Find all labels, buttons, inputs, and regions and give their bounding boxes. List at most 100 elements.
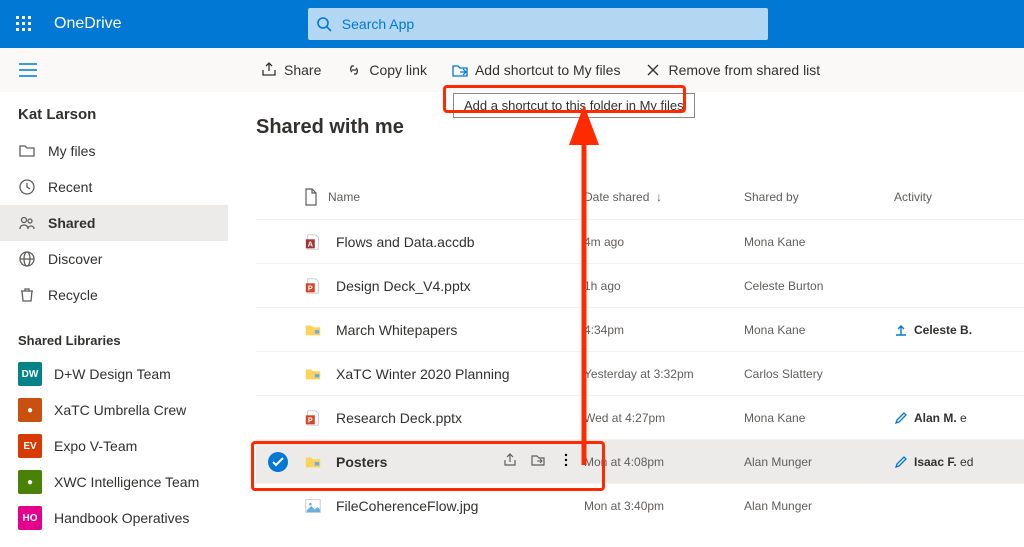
file-name: Design Deck_V4.pptx: [336, 278, 471, 294]
globe-icon: [18, 250, 36, 268]
top-bar: OneDrive: [0, 0, 1024, 48]
row-shortcut-button[interactable]: [530, 452, 546, 471]
nav-item-label: Shared: [48, 215, 95, 231]
share-button[interactable]: Share: [248, 48, 333, 92]
link-icon: [345, 61, 363, 79]
nav-recent[interactable]: Recent: [0, 169, 228, 205]
shared-libraries-heading: Shared Libraries: [0, 313, 228, 356]
sort-down-icon: ↓: [653, 190, 662, 204]
nav-recycle[interactable]: Recycle: [0, 277, 228, 313]
svg-text:A: A: [308, 239, 313, 248]
nav-owner-label: Kat Larson: [0, 106, 228, 133]
date-shared: Wed at 4:27pm: [584, 411, 744, 425]
library-item[interactable]: ●XaTC Umbrella Crew: [0, 392, 228, 428]
nav-item-label: Recycle: [48, 287, 98, 303]
date-shared: 4:34pm: [584, 323, 744, 337]
nav-discover[interactable]: Discover: [0, 241, 228, 277]
nav-item-label: Discover: [48, 251, 102, 267]
search-icon: [316, 16, 332, 32]
left-nav: Kat Larson My files Recent Shared Discov…: [0, 92, 228, 547]
search-input[interactable]: [308, 8, 768, 40]
date-shared: 4m ago: [584, 235, 744, 249]
col-activity[interactable]: Activity: [894, 190, 1014, 204]
copy-link-label: Copy link: [369, 62, 427, 78]
activity-cell: Alan M. e: [894, 411, 1014, 425]
shared-by: Carlos Slattery: [744, 367, 894, 381]
shared-by: Celeste Burton: [744, 279, 894, 293]
library-badge: HO: [18, 506, 42, 530]
page-title: Shared with me: [256, 116, 1024, 139]
table-row[interactable]: P Research Deck.pptx Wed at 4:27pm Mona K…: [256, 395, 1024, 439]
library-label: Handbook Operatives: [54, 510, 189, 526]
shared-by: Mona Kane: [744, 323, 894, 337]
date-shared: 1h ago: [584, 279, 744, 293]
library-item[interactable]: ● XWC Intelligence Team: [0, 464, 228, 500]
copy-link-button[interactable]: Copy link: [333, 48, 439, 92]
command-bar: Share Copy link Add shortcut to My files…: [0, 48, 1024, 92]
add-shortcut-label: Add shortcut to My files: [475, 62, 621, 78]
library-item[interactable]: DW D+W Design Team: [0, 356, 228, 392]
table-row[interactable]: Posters Mon at 4:08pm Alan Munger Isaac …: [256, 439, 1024, 483]
activity-cell: Celeste B.: [894, 323, 1014, 337]
activity-cell: Isaac F. ed: [894, 455, 1014, 469]
col-sharedby[interactable]: Shared by: [744, 190, 894, 204]
add-shortcut-button[interactable]: Add shortcut to My files: [439, 48, 633, 92]
library-item[interactable]: EV Expo V-Team: [0, 428, 228, 464]
nav-toggle-button[interactable]: [8, 50, 48, 90]
file-name: Flows and Data.accdb: [336, 234, 475, 250]
close-icon: [644, 61, 662, 79]
row-checkbox[interactable]: [268, 452, 288, 472]
file-name: XaTC Winter 2020 Planning: [336, 366, 510, 382]
nav-shared[interactable]: Shared: [0, 205, 228, 241]
table-row[interactable]: A Flows and Data.accdb 4m ago Mona Kane: [256, 219, 1024, 263]
date-shared: Yesterday at 3:32pm: [584, 367, 744, 381]
svg-text:P: P: [308, 415, 313, 424]
share-icon: [260, 61, 278, 79]
file-name: FileCoherenceFlow.jpg: [336, 498, 478, 514]
library-label: Expo V-Team: [54, 438, 137, 454]
clock-icon: [18, 178, 36, 196]
nav-my-files[interactable]: My files: [0, 133, 228, 169]
share-label: Share: [284, 62, 321, 78]
table-row[interactable]: March Whitepapers 4:34pm Mona Kane Celes…: [256, 307, 1024, 351]
nav-item-label: Recent: [48, 179, 92, 195]
svg-text:P: P: [308, 283, 313, 292]
file-name: March Whitepapers: [336, 322, 457, 338]
library-label: XWC Intelligence Team: [54, 474, 199, 490]
library-badge: ●: [18, 470, 42, 494]
shared-by: Mona Kane: [744, 235, 894, 249]
col-name[interactable]: Name: [328, 190, 360, 204]
table-row[interactable]: XaTC Winter 2020 Planning Yesterday at 3…: [256, 351, 1024, 395]
shared-by: Mona Kane: [744, 411, 894, 425]
main-content: Shared with me Name Date shared ↓ Shared…: [228, 92, 1024, 547]
file-name: Research Deck.pptx: [336, 410, 462, 426]
library-item[interactable]: HO Handbook Operatives: [0, 500, 228, 536]
table-row[interactable]: P Design Deck_V4.pptx 1h ago Celeste Burt…: [256, 263, 1024, 307]
trash-icon: [18, 286, 36, 304]
shared-by: Alan Munger: [744, 455, 894, 469]
date-shared: Mon at 4:08pm: [584, 455, 744, 469]
date-shared: Mon at 3:40pm: [584, 499, 744, 513]
library-badge: EV: [18, 434, 42, 458]
remove-shared-label: Remove from shared list: [668, 62, 820, 78]
waffle-icon: [16, 16, 32, 32]
row-share-button[interactable]: [502, 452, 518, 471]
library-label: D+W Design Team: [54, 366, 171, 382]
col-date[interactable]: Date shared ↓: [584, 190, 744, 204]
shared-by: Alan Munger: [744, 499, 894, 513]
people-icon: [18, 214, 36, 232]
table-row[interactable]: FileCoherenceFlow.jpg Mon at 3:40pm Alan…: [256, 483, 1024, 527]
app-launcher-button[interactable]: [0, 0, 48, 48]
search-wrap: [308, 8, 768, 40]
remove-shared-button[interactable]: Remove from shared list: [632, 48, 832, 92]
brand-label: OneDrive: [54, 15, 122, 33]
library-badge: DW: [18, 362, 42, 386]
row-more-button[interactable]: [558, 452, 574, 471]
file-icon: [304, 188, 318, 206]
folder-shortcut-icon: [451, 61, 469, 79]
hamburger-icon: [19, 63, 37, 77]
table-header: Name Date shared ↓ Shared by Activity: [256, 175, 1024, 219]
file-name: Posters: [336, 454, 387, 470]
library-label: XaTC Umbrella Crew: [54, 402, 186, 418]
file-list: Name Date shared ↓ Shared by Activity A F…: [256, 175, 1024, 527]
